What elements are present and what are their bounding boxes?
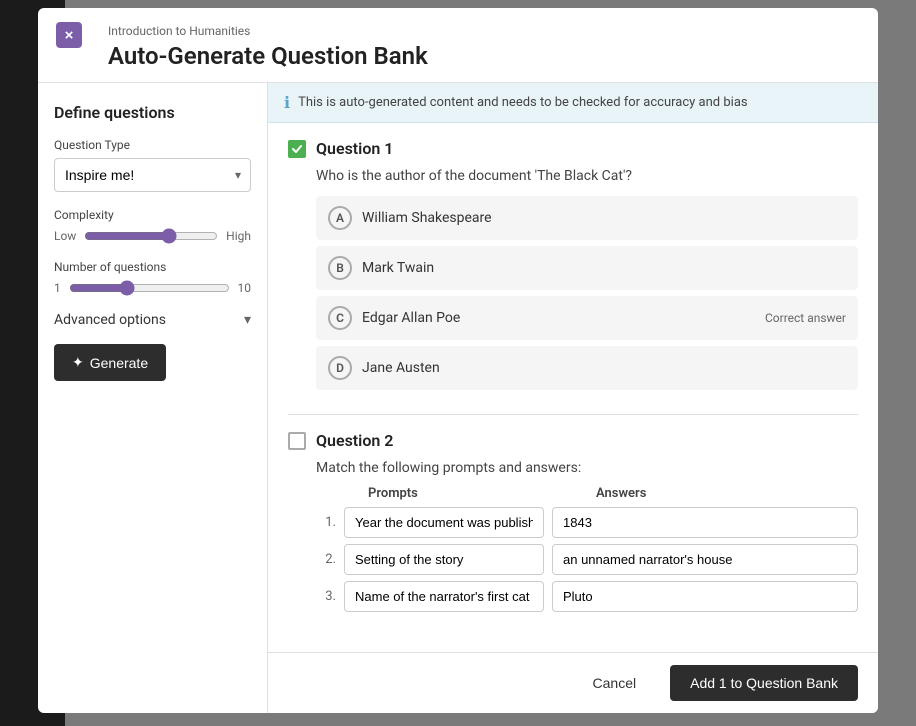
answer-option-a[interactable]: A William Shakespeare (316, 196, 858, 240)
match-num-3: 3. (316, 589, 336, 604)
answer-option-b[interactable]: B Mark Twain (316, 246, 858, 290)
answer-option-d[interactable]: D Jane Austen (316, 346, 858, 390)
cancel-button[interactable]: Cancel (571, 665, 659, 701)
question-block-1: Question 1 Who is the author of the docu… (288, 139, 858, 390)
match-prompt-1[interactable] (344, 507, 544, 538)
question-block-2: Question 2 Match the following prompts a… (288, 431, 858, 612)
modal: × Introduction to Humanities Auto-Genera… (38, 8, 878, 713)
breadcrumb: Introduction to Humanities (108, 24, 858, 38)
option-text-d: Jane Austen (362, 360, 440, 376)
question-1-text: Who is the author of the document 'The B… (288, 168, 858, 184)
info-banner-text: This is auto-generated content and needs… (298, 95, 748, 110)
generate-label: Generate (90, 355, 148, 371)
left-panel: Define questions Question Type Inspire m… (38, 83, 268, 713)
divider-1 (288, 414, 858, 415)
add-to-question-bank-button[interactable]: Add 1 to Question Bank (670, 665, 858, 701)
question-2-title: Question 2 (316, 431, 393, 450)
panel-title: Define questions (54, 103, 251, 122)
num-questions-field: Number of questions 1 10 (54, 260, 251, 296)
advanced-options-label: Advanced options (54, 312, 166, 328)
match-num-1: 1. (316, 515, 336, 530)
match-prompt-3[interactable] (344, 581, 544, 612)
answers-header: Answers (596, 486, 858, 501)
num-questions-min-label: 1 (54, 281, 61, 295)
option-text-c: Edgar Allan Poe (362, 310, 460, 326)
match-row-2: 2. (316, 544, 858, 575)
modal-footer: Cancel Add 1 to Question Bank (268, 652, 878, 713)
match-row-3: 3. (316, 581, 858, 612)
question-2-text: Match the following prompts and answers: (288, 460, 858, 476)
page-title: Auto-Generate Question Bank (108, 42, 858, 70)
advanced-options-row[interactable]: Advanced options ▾ (54, 312, 251, 328)
correct-answer-label: Correct answer (765, 311, 846, 325)
question-type-label: Question Type (54, 138, 251, 152)
prompts-header: Prompts (368, 486, 588, 501)
info-icon: ℹ (284, 93, 290, 112)
option-letter-a: A (328, 206, 352, 230)
right-panel: ℹ This is auto-generated content and nee… (268, 83, 878, 713)
option-letter-d: D (328, 356, 352, 380)
generate-icon: ✦ (72, 354, 84, 371)
question-type-select[interactable]: Inspire me! Multiple Choice True/False M… (54, 158, 251, 192)
complexity-slider[interactable] (84, 228, 218, 244)
questions-area: Question 1 Who is the author of the docu… (268, 123, 878, 652)
match-num-2: 2. (316, 552, 336, 567)
generate-button[interactable]: ✦ Generate (54, 344, 166, 381)
complexity-label: Complexity (54, 208, 251, 222)
option-letter-c: C (328, 306, 352, 330)
answer-option-c[interactable]: C Edgar Allan Poe Correct answer (316, 296, 858, 340)
close-button[interactable]: × (56, 22, 82, 48)
complexity-high-label: High (226, 229, 251, 243)
option-text-a: William Shakespeare (362, 210, 492, 226)
question-1-checkbox[interactable] (288, 140, 306, 158)
question-type-wrapper: Inspire me! Multiple Choice True/False M… (54, 158, 251, 192)
match-answer-3[interactable] (552, 581, 858, 612)
num-questions-label: Number of questions (54, 260, 251, 274)
complexity-slider-row: Low High (54, 228, 251, 244)
match-table: Prompts Answers 1. 2. (288, 486, 858, 612)
answer-options-1: A William Shakespeare B Mark Twain C Edg… (288, 196, 858, 390)
match-answer-2[interactable] (552, 544, 858, 575)
modal-header: × Introduction to Humanities Auto-Genera… (38, 8, 878, 83)
info-banner: ℹ This is auto-generated content and nee… (268, 83, 878, 123)
complexity-low-label: Low (54, 229, 76, 243)
question-1-title: Question 1 (316, 139, 393, 158)
match-prompt-2[interactable] (344, 544, 544, 575)
option-text-b: Mark Twain (362, 260, 434, 276)
question-2-header: Question 2 (288, 431, 858, 450)
num-questions-slider-row: 1 10 (54, 280, 251, 296)
modal-overlay: × Introduction to Humanities Auto-Genera… (0, 0, 916, 726)
complexity-field: Complexity Low High (54, 208, 251, 244)
num-questions-max-label: 10 (238, 281, 252, 295)
match-answer-1[interactable] (552, 507, 858, 538)
match-header-row: Prompts Answers (316, 486, 858, 501)
modal-body: Define questions Question Type Inspire m… (38, 83, 878, 713)
question-type-field: Question Type Inspire me! Multiple Choic… (54, 138, 251, 192)
question-2-checkbox[interactable] (288, 432, 306, 450)
question-1-header: Question 1 (288, 139, 858, 158)
num-questions-slider[interactable] (69, 280, 230, 296)
match-row-1: 1. (316, 507, 858, 538)
chevron-down-icon: ▾ (244, 312, 251, 328)
option-letter-b: B (328, 256, 352, 280)
